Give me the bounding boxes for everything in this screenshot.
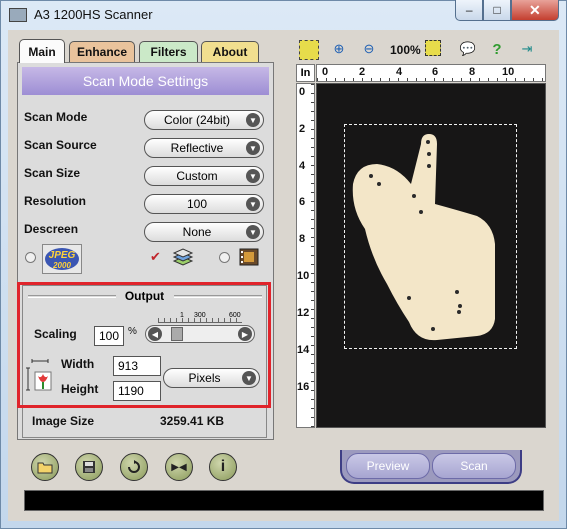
info-button[interactable]: i [209,453,237,481]
resolution-dropdown[interactable]: 100 ▼ [144,194,264,214]
tab-filters[interactable]: Filters [139,41,198,62]
ruler-tick-label: 12 [297,307,310,319]
save-button[interactable] [75,453,103,481]
descreen-value: None [182,225,212,239]
ruler-tick-label: 0 [299,86,306,98]
scan-source-dropdown[interactable]: Reflective ▼ [144,138,264,158]
scan-size-value: Custom [176,169,218,183]
ruler-tick-label: 6 [432,66,439,78]
ruler-tick-label: 4 [396,66,403,78]
descreen-label: Descreen [24,222,79,236]
jpeg-badge-word: JPEG [49,250,76,261]
maximize-button[interactable]: □ [483,0,511,21]
scan-source-label: Scan Source [24,138,97,152]
ruler-ticks [317,78,545,81]
checkmark-radio-icon[interactable]: ✔ [150,250,164,264]
scan-size-dropdown[interactable]: Custom ▼ [144,166,264,186]
scan-mode-value: Color (24bit) [163,113,231,127]
chevron-down-icon: ▼ [246,113,260,127]
window-title: A3 1200HS Scanner [34,7,153,22]
info-icon: i [220,458,226,475]
exit-icon[interactable]: ⇥ [518,40,536,58]
fit-button[interactable]: ▶◀ [165,453,193,481]
chevron-down-icon: ▼ [246,141,260,155]
panel-header: Scan Mode Settings [22,67,269,95]
scan-selection-frame[interactable] [344,124,517,349]
ruler-tick-label: 4 [299,160,306,172]
vertical-ruler: 0 2 4 6 8 10 12 14 16 [296,83,315,428]
ruler-tick-label: 8 [469,66,476,78]
open-folder-button[interactable] [31,453,59,481]
layers-icon [172,247,194,267]
close-button[interactable]: ✕ [510,0,559,21]
scan-mode-dropdown[interactable]: Color (24bit) ▼ [144,110,264,130]
image-size-label: Image Size [32,414,95,428]
help-icon[interactable]: ? [488,40,506,58]
jpeg-badge-year: 2000 [52,261,71,270]
chevron-down-icon: ▼ [246,169,260,183]
fit-arrows-icon: ▶◀ [171,461,187,473]
highlight-box [17,282,271,408]
tab-enhance[interactable]: Enhance [69,41,135,62]
scan-size-label: Scan Size [24,166,81,180]
film-radio[interactable] [219,252,230,263]
tab-about[interactable]: About [201,41,259,62]
preview-button[interactable]: Preview [346,453,430,479]
ruler-tick-label: 0 [322,66,329,78]
scan-button[interactable]: Scan [432,453,516,479]
title-bar: A3 1200HS Scanner – □ ✕ [0,0,565,30]
resolution-label: Resolution [24,194,86,208]
ruler-unit: In [296,64,315,82]
resolution-value: 100 [186,197,208,211]
floppy-disk-icon [83,461,95,473]
reset-icon [128,460,140,473]
folder-icon [37,462,53,474]
select-area-tool[interactable] [299,40,319,60]
descreen-dropdown[interactable]: None ▼ [144,222,264,242]
ruler-tick-label: 10 [297,270,310,282]
chevron-down-icon: ▼ [246,197,260,211]
zoom-in-icon[interactable]: ⊕ [330,40,348,58]
ruler-ticks [311,84,314,427]
horizontal-ruler: 0 2 4 6 8 10 [316,64,546,82]
status-bar [24,490,544,511]
ruler-tick-label: 6 [299,196,306,208]
fit-page-icon[interactable] [425,40,441,56]
scan-source-value: Reflective [170,141,224,155]
ruler-tick-label: 2 [299,123,306,135]
ruler-tick-label: 2 [359,66,366,78]
ruler-tick-label: 10 [502,66,515,78]
minimize-button[interactable]: – [455,0,484,21]
ruler-tick-label: 8 [299,233,306,245]
zoom-level: 100% [390,43,421,57]
tab-main[interactable]: Main [19,39,65,63]
zoom-out-icon[interactable]: ⊖ [360,40,378,58]
chevron-down-icon: ▼ [246,225,260,239]
window-controls: – □ ✕ [455,0,559,21]
jpeg2000-radio[interactable] [25,252,36,263]
scanner-app-icon [9,8,27,22]
ruler-tick-label: 14 [297,344,310,356]
ruler-tick-label: 16 [297,381,310,393]
film-icon [239,248,259,266]
scan-mode-label: Scan Mode [24,110,88,124]
speech-bubble-icon[interactable]: 💬 [459,40,477,58]
image-size-value: 3259.41 KB [160,414,225,428]
jpeg2000-icon: JPEG 2000 [42,244,82,274]
reset-button[interactable] [120,453,148,481]
